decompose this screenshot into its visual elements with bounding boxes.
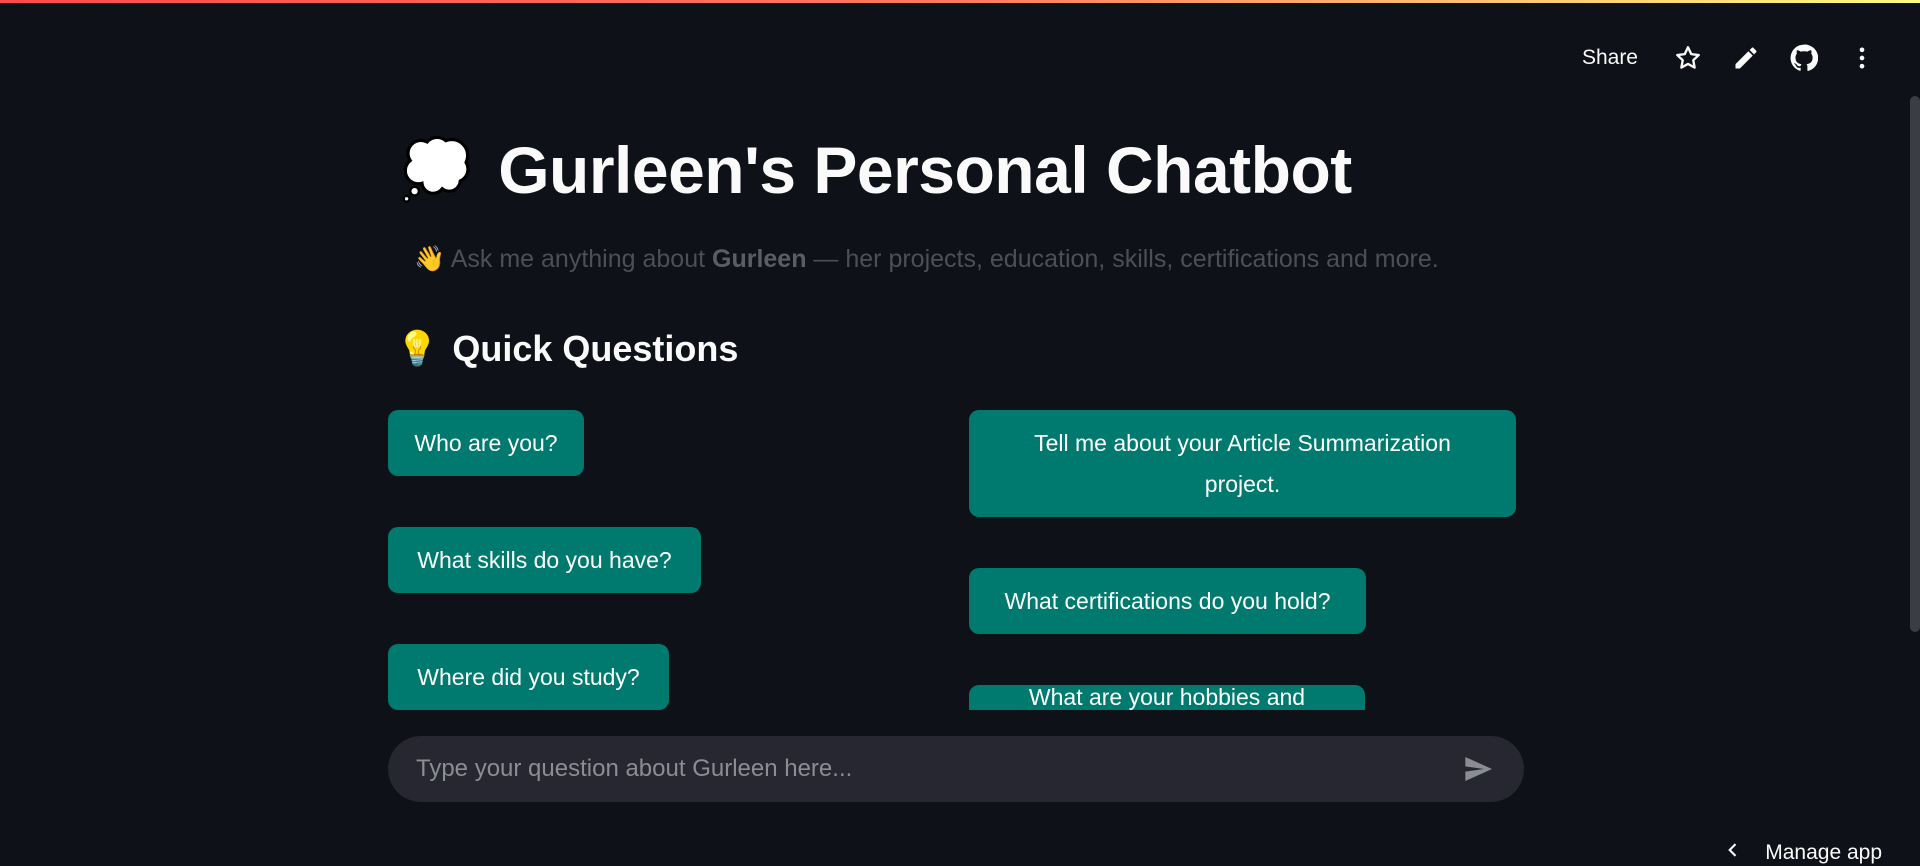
question-button-hobbies[interactable]: What are your hobbies and interests? [969,684,1365,710]
manage-app-button[interactable]: Manage app [1723,840,1882,866]
main-content: 💭 Gurleen's Personal Chatbot 👋 Ask me an… [388,0,1524,859]
chat-input-bar [388,736,1524,802]
waving-hand-icon: 👋 [414,245,446,273]
light-bulb-icon: 💡 [396,330,439,368]
page-scrollbar[interactable] [1910,96,1920,632]
more-vertical-icon[interactable] [1844,40,1880,76]
thought-bubble-icon: 💭 [400,137,473,202]
subtitle-text-pre: Ask me anything about [450,245,712,273]
subtitle-text-post: — her projects, education, skills, certi… [806,245,1439,273]
pencil-icon[interactable] [1728,40,1764,76]
page-title: 💭 Gurleen's Personal Chatbot [400,132,1352,208]
page-title-text: Gurleen's Personal Chatbot [498,133,1352,207]
chat-input-field[interactable] [416,755,1460,783]
chevron-left-icon [1723,840,1743,866]
quick-questions-heading: 💡 Quick Questions [396,328,738,370]
question-button-article-summarization[interactable]: Tell me about your Article Summarization… [969,410,1516,517]
share-button[interactable]: Share [1582,46,1638,70]
quick-questions-grid: Who are you? What skills do you have? Wh… [388,406,1516,710]
question-button-study[interactable]: Where did you study? [388,644,669,710]
page-subtitle: 👋 Ask me anything about Gurleen — her pr… [414,245,1439,274]
manage-app-label: Manage app [1765,841,1882,864]
quick-questions-label: Quick Questions [452,328,739,369]
send-icon[interactable] [1460,751,1496,787]
star-icon[interactable] [1670,40,1706,76]
question-button-skills[interactable]: What skills do you have? [388,527,701,593]
question-button-certifications[interactable]: What certifications do you hold? [969,568,1366,634]
question-button-who-are-you[interactable]: Who are you? [388,410,584,476]
github-icon[interactable] [1786,40,1822,76]
app-toolbar: Share [1582,38,1880,78]
subtitle-name: Gurleen [712,245,807,273]
